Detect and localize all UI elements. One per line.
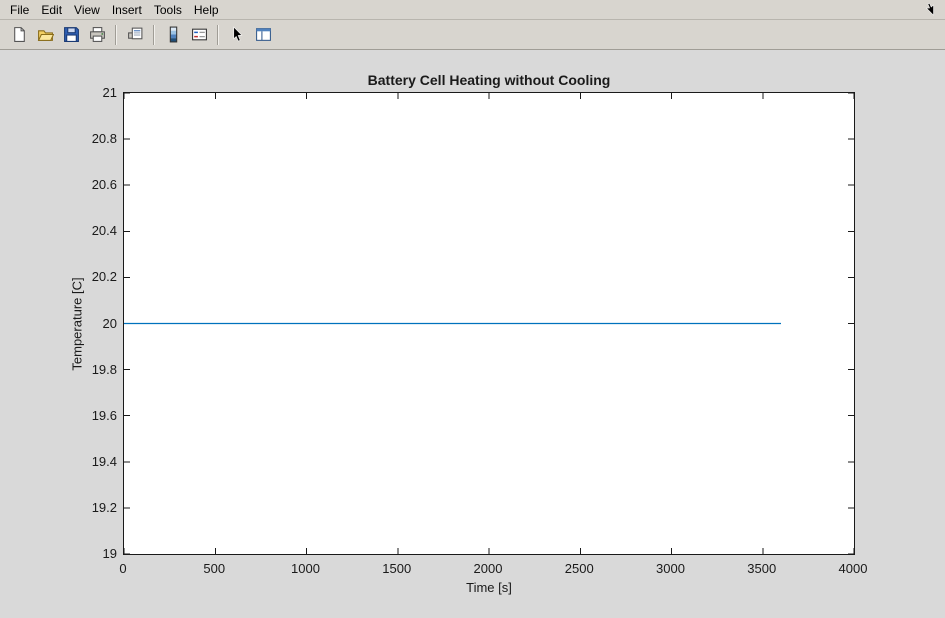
figure-window: File Edit View Insert Tools Help [0,0,945,618]
save-floppy-icon [63,26,80,43]
x-axis-label: Time [s] [123,580,855,595]
edit-plot-button[interactable] [225,23,249,47]
menu-file[interactable]: File [4,1,35,19]
y-tick-label: 19.2 [57,500,117,515]
menu-tools[interactable]: Tools [148,1,188,19]
y-tick-label: 19.8 [57,362,117,377]
plot-area[interactable] [123,92,855,555]
panel-browser-icon [255,26,272,43]
y-tick-label: 21 [57,85,117,100]
figure-canvas: Battery Cell Heating without Cooling Tim… [0,50,945,618]
toolbar-separator [115,25,117,45]
legend-icon [191,26,208,43]
x-tick-label: 1500 [367,561,427,576]
menu-view[interactable]: View [68,1,106,19]
menu-insert[interactable]: Insert [106,1,148,19]
mouse-cursor-icon [923,2,937,16]
toolbar [0,20,945,50]
save-button[interactable] [59,23,83,47]
x-tick-label: 4000 [823,561,883,576]
x-tick-label: 500 [184,561,244,576]
chart-title: Battery Cell Heating without Cooling [123,72,855,88]
new-document-icon [11,26,28,43]
toolbar-separator [217,25,219,45]
print-preview-button[interactable] [123,23,147,47]
x-tick-label: 0 [93,561,153,576]
y-tick-label: 20 [57,316,117,331]
y-tick-label: 19 [57,546,117,561]
colorbar-icon [165,26,182,43]
menu-help[interactable]: Help [188,1,225,19]
x-tick-label: 2000 [458,561,518,576]
open-button[interactable] [33,23,57,47]
insert-legend-button[interactable] [187,23,211,47]
x-tick-label: 3000 [641,561,701,576]
x-tick-label: 2500 [549,561,609,576]
y-tick-label: 19.6 [57,408,117,423]
plot-browser-button[interactable] [251,23,275,47]
print-button[interactable] [85,23,109,47]
menu-edit[interactable]: Edit [35,1,68,19]
x-tick-label: 3500 [732,561,792,576]
pointer-arrow-icon [229,26,246,43]
toolbar-separator [153,25,155,45]
y-tick-label: 20.8 [57,131,117,146]
open-folder-icon [37,26,54,43]
insert-colorbar-button[interactable] [161,23,185,47]
y-tick-label: 20.4 [57,223,117,238]
plot-surface [124,93,854,554]
y-tick-label: 20.2 [57,269,117,284]
x-tick-label: 1000 [276,561,336,576]
printer-icon [89,26,106,43]
new-figure-button[interactable] [7,23,31,47]
y-tick-label: 19.4 [57,454,117,469]
print-preview-icon [127,26,144,43]
menu-bar: File Edit View Insert Tools Help [0,0,945,20]
y-tick-label: 20.6 [57,177,117,192]
